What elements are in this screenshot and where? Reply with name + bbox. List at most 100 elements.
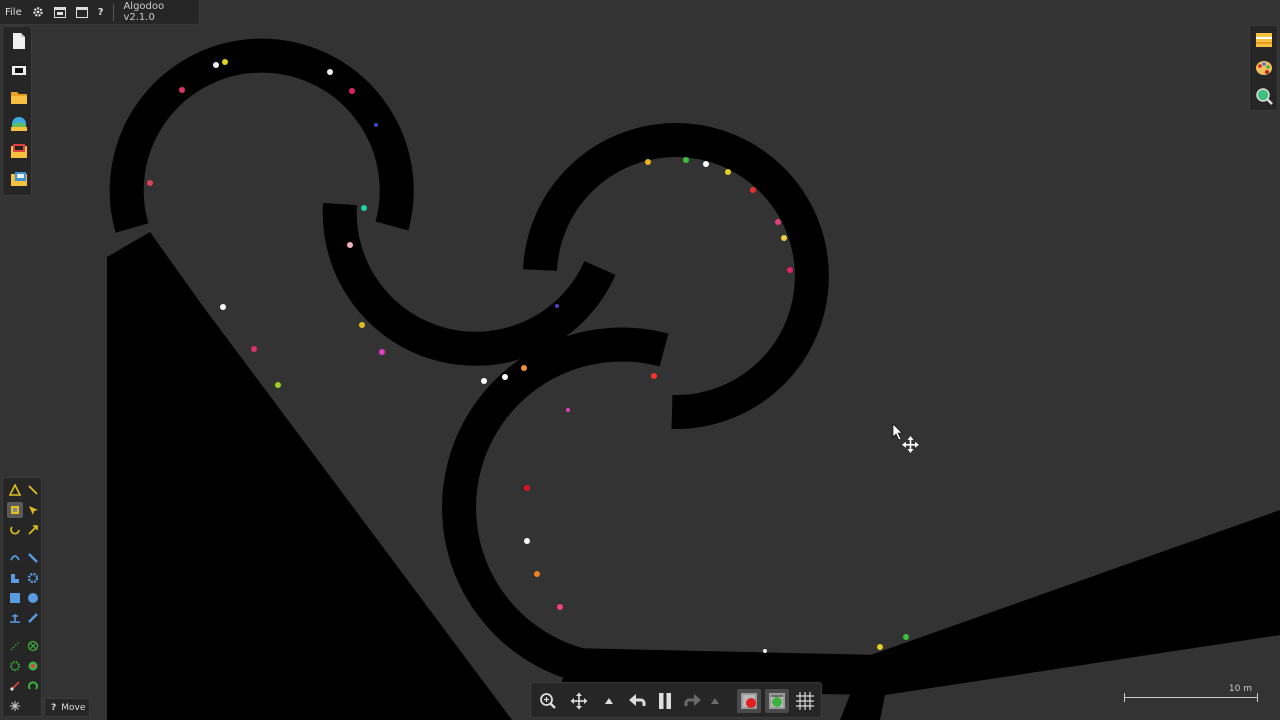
marble[interactable] — [534, 571, 540, 577]
pen-tool-icon[interactable] — [25, 610, 41, 626]
redo-menu-icon[interactable] — [709, 689, 721, 713]
marble[interactable] — [359, 322, 365, 328]
marble[interactable] — [361, 205, 367, 211]
menu-bar: File ? Algodoo v2.1.0 — [0, 0, 200, 25]
phunlets-icon[interactable] — [8, 140, 30, 162]
tools-panel — [2, 477, 42, 717]
marble[interactable] — [213, 62, 219, 68]
marble[interactable] — [275, 382, 281, 388]
spring-tool-icon[interactable] — [25, 550, 41, 566]
rope-tool-icon[interactable] — [7, 550, 23, 566]
marble[interactable] — [222, 59, 228, 65]
plane-tool-icon[interactable] — [7, 570, 23, 586]
new-scene-icon[interactable] — [8, 30, 30, 52]
save-folder-icon[interactable] — [8, 168, 30, 190]
marble[interactable] — [147, 180, 153, 186]
fixate-tool-icon[interactable] — [7, 610, 23, 626]
rotate-tool-icon[interactable] — [7, 522, 23, 538]
marble[interactable] — [750, 187, 756, 193]
marble[interactable] — [645, 159, 651, 165]
marble[interactable] — [179, 87, 185, 93]
move-cursor-icon — [902, 436, 919, 453]
sketch-tool-icon[interactable] — [7, 482, 23, 498]
marble[interactable] — [555, 304, 559, 308]
undo-icon[interactable] — [625, 689, 649, 713]
gravity-icon[interactable] — [737, 689, 761, 713]
knife-tool-icon[interactable] — [7, 698, 23, 714]
scene-toolbar — [2, 26, 32, 196]
right-toolbar — [1249, 25, 1278, 111]
marble[interactable] — [903, 634, 909, 640]
laser-tool-icon[interactable] — [25, 658, 41, 674]
drag-tool-icon[interactable] — [25, 502, 41, 518]
marble[interactable] — [787, 267, 793, 273]
simulation-canvas[interactable] — [0, 0, 1280, 720]
marble[interactable] — [775, 219, 781, 225]
marble[interactable] — [725, 169, 731, 175]
ring-top-left[interactable] — [109, 38, 414, 233]
help-icon[interactable]: ? — [45, 703, 61, 713]
scale-tool-icon[interactable] — [25, 522, 41, 538]
redo-icon[interactable] — [681, 689, 705, 713]
tool-hint: ? Move — [44, 698, 90, 717]
scale-line — [1124, 697, 1258, 698]
zoom-icon[interactable] — [536, 689, 560, 713]
scale-tick-right — [1257, 693, 1258, 702]
open-folder-icon[interactable] — [8, 86, 30, 108]
grid-icon[interactable] — [793, 689, 817, 713]
gear-icon[interactable] — [27, 0, 49, 25]
pause-icon[interactable] — [653, 689, 677, 713]
gear-tool-icon[interactable] — [25, 570, 41, 586]
browse-online-icon[interactable] — [8, 113, 30, 135]
marble[interactable] — [877, 644, 883, 650]
marble[interactable] — [781, 235, 787, 241]
circle-tool-icon[interactable] — [25, 590, 41, 606]
options-icon[interactable] — [1253, 29, 1275, 51]
marble[interactable] — [566, 408, 570, 412]
scale-bar: 10 m — [1124, 684, 1258, 702]
air-icon[interactable] — [765, 689, 789, 713]
scale-label: 10 m — [1228, 684, 1252, 694]
marble[interactable] — [347, 242, 353, 248]
chain-tool-icon[interactable] — [7, 678, 23, 694]
marble[interactable] — [251, 346, 257, 352]
hinge-tool-icon[interactable] — [7, 638, 23, 654]
thruster-tool-icon[interactable] — [7, 658, 23, 674]
marble[interactable] — [703, 161, 709, 167]
brush-tool-icon[interactable] — [25, 678, 41, 694]
blank-scene-icon[interactable] — [8, 58, 30, 80]
marble[interactable] — [481, 378, 487, 384]
window-icon[interactable] — [49, 0, 71, 25]
undo-menu-icon[interactable] — [603, 689, 615, 713]
box-tool-icon[interactable] — [7, 590, 23, 606]
marble[interactable] — [327, 69, 333, 75]
pan-icon[interactable] — [567, 689, 591, 713]
simulation-control-bar — [530, 682, 822, 718]
move-tool-icon[interactable] — [7, 502, 23, 518]
tool-name-label: Move — [61, 702, 86, 713]
file-menu[interactable]: File — [0, 0, 27, 25]
panel-icon[interactable] — [71, 0, 93, 25]
marble[interactable] — [374, 123, 378, 127]
menu-separator — [112, 3, 114, 21]
marble[interactable] — [220, 304, 226, 310]
marble[interactable] — [521, 365, 527, 371]
find-icon[interactable] — [1253, 85, 1275, 107]
marble[interactable] — [502, 374, 508, 380]
help-button[interactable]: ? — [93, 0, 109, 25]
app-title: Algodoo v2.1.0 — [123, 1, 165, 23]
marble[interactable] — [557, 604, 563, 610]
marble[interactable] — [524, 485, 530, 491]
ring-lower[interactable] — [442, 327, 669, 682]
palette-icon[interactable] — [1253, 57, 1275, 79]
tracer-tool-icon[interactable] — [25, 638, 41, 654]
marble[interactable] — [683, 157, 689, 163]
scale-tick-left — [1124, 693, 1125, 702]
cut-tool-icon[interactable] — [25, 482, 41, 498]
mouse-cursor-icon — [892, 423, 903, 441]
marble[interactable] — [349, 88, 355, 94]
marble[interactable] — [763, 649, 767, 653]
marble[interactable] — [379, 349, 385, 355]
marble[interactable] — [651, 373, 657, 379]
marble[interactable] — [524, 538, 530, 544]
